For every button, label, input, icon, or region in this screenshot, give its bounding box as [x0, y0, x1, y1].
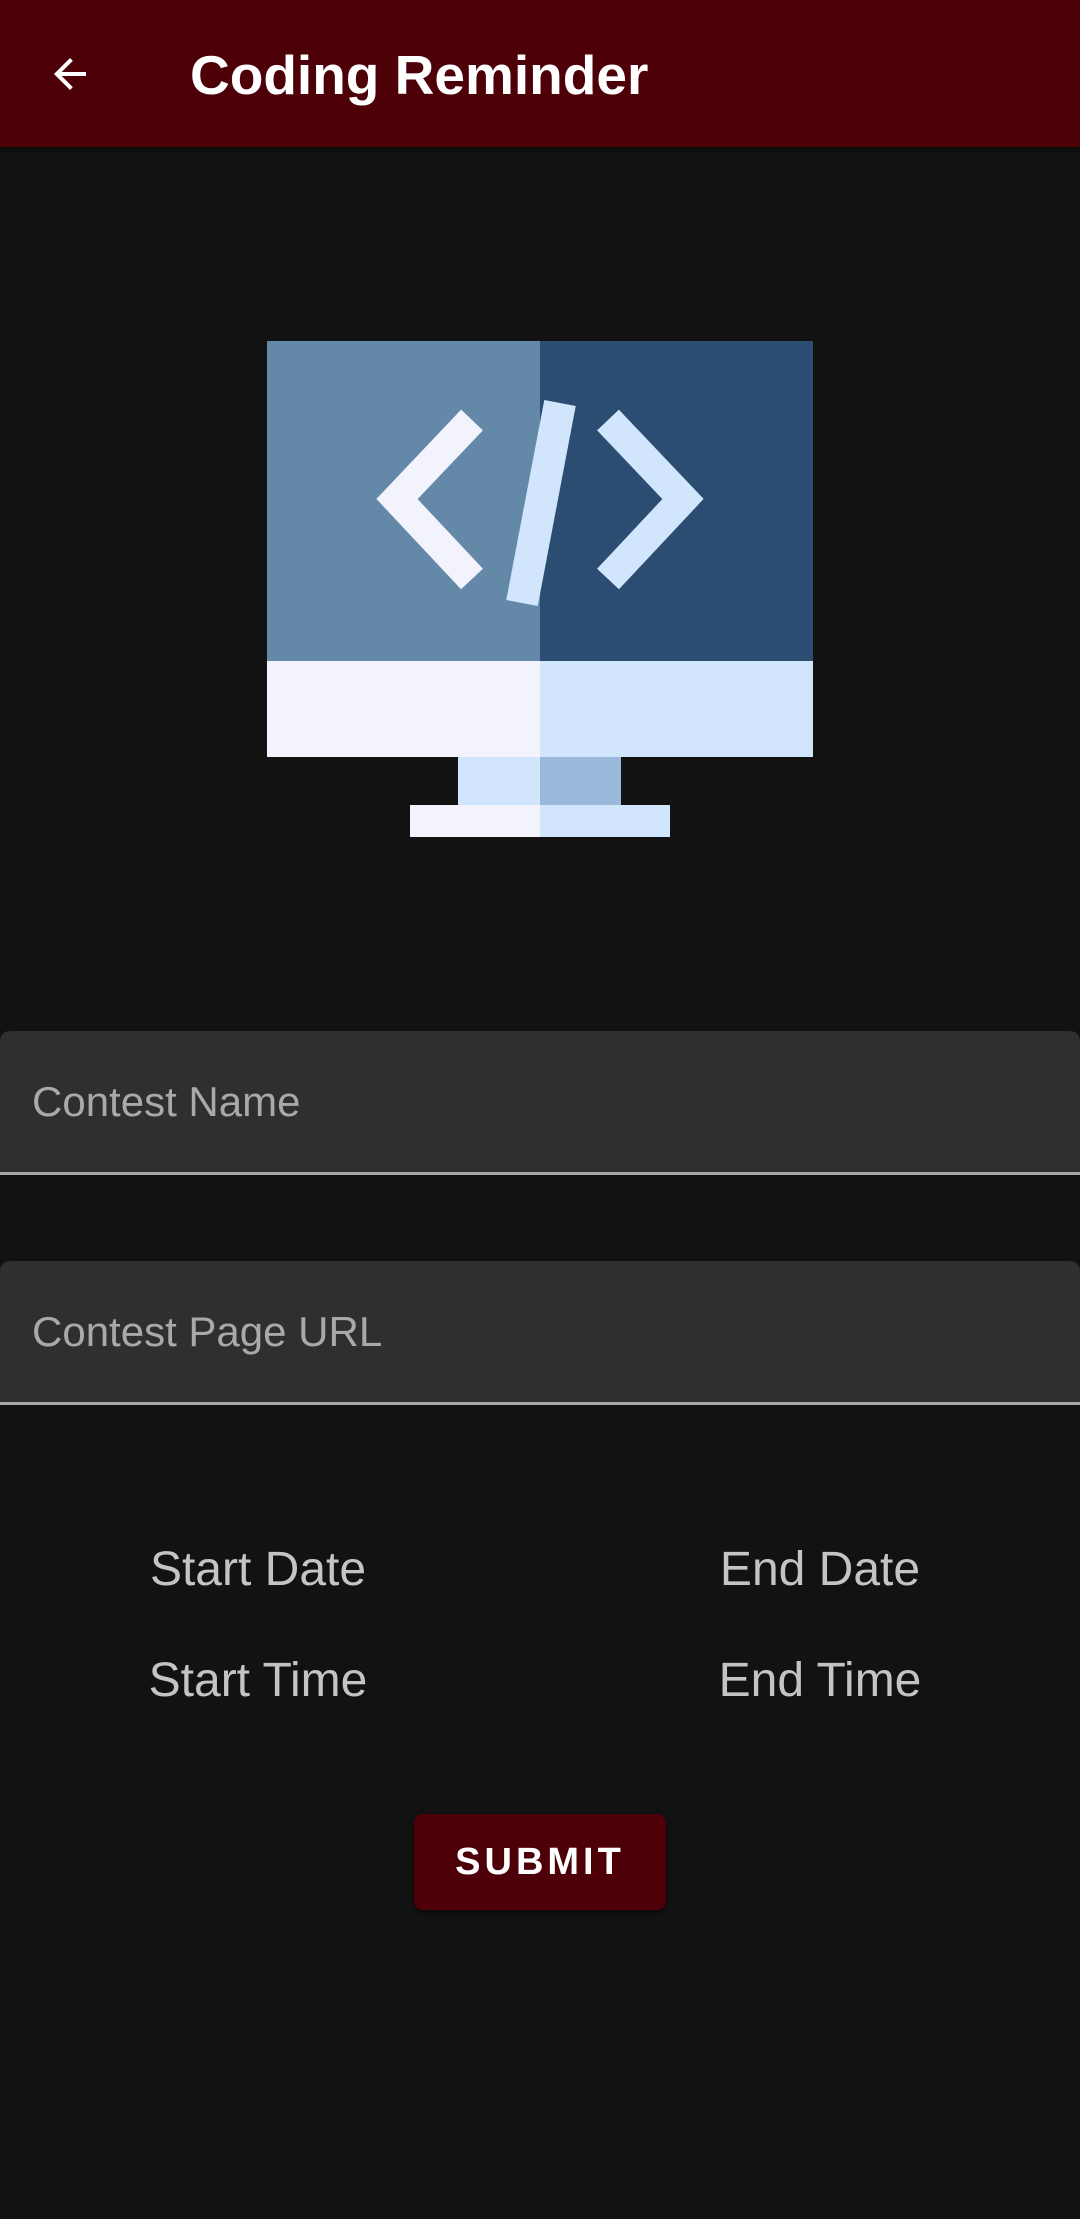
contest-name-input[interactable]	[0, 1031, 1080, 1172]
app-toolbar: Coding Reminder	[0, 0, 1080, 147]
start-time-picker[interactable]: Start Time	[48, 1646, 468, 1716]
back-button[interactable]	[30, 34, 110, 114]
start-date-picker[interactable]: Start Date	[48, 1535, 468, 1605]
contest-name-field[interactable]	[0, 1031, 1080, 1175]
contest-url-input[interactable]	[0, 1261, 1080, 1402]
app-screen: Coding Reminder Start Date End Date Star…	[0, 0, 1080, 2219]
contest-url-field[interactable]	[0, 1261, 1080, 1405]
end-time-picker[interactable]: End Time	[610, 1646, 1030, 1716]
toolbar-title: Coding Reminder	[190, 44, 649, 106]
submit-button[interactable]: SUBMIT	[414, 1814, 666, 1910]
computer-code-icon	[267, 341, 813, 837]
arrow-left-icon	[54, 58, 86, 90]
end-date-picker[interactable]: End Date	[610, 1535, 1030, 1605]
